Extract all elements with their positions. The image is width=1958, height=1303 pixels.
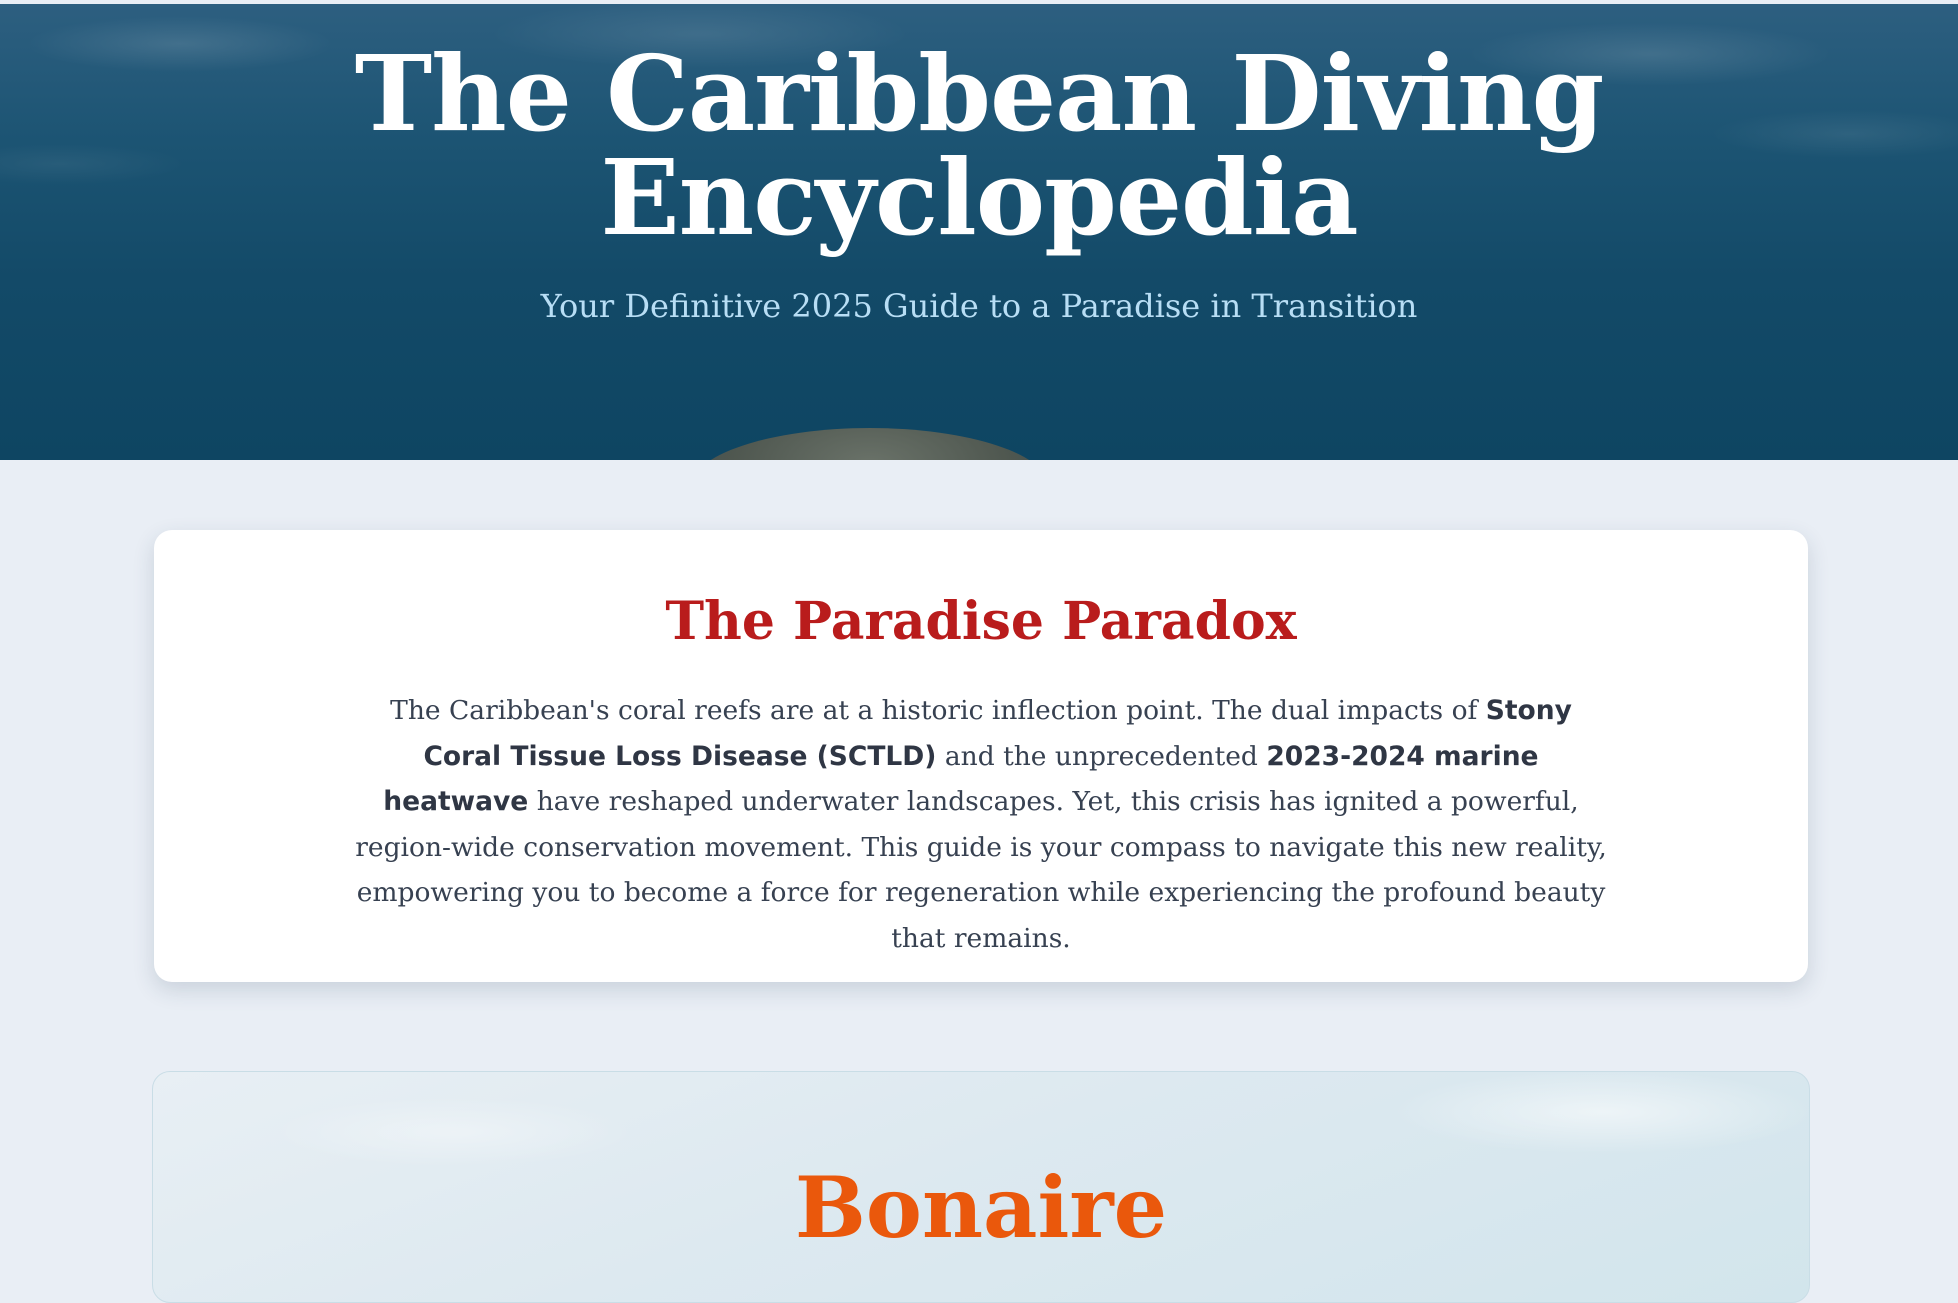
page-subtitle: Your Definitive 2025 Guide to a Paradise… xyxy=(540,287,1418,325)
hero-banner: The Caribbean Diving Encyclopedia Your D… xyxy=(0,4,1958,460)
intro-text-2: and the unprecedented xyxy=(936,740,1267,772)
hero-turtle-image xyxy=(690,428,1050,460)
intro-card: The Paradise Paradox The Caribbean's cor… xyxy=(154,530,1808,982)
region-title: Bonaire xyxy=(794,1158,1168,1257)
intro-text-1: The Caribbean's coral reefs are at a his… xyxy=(390,695,1486,726)
page-title: The Caribbean Diving Encyclopedia xyxy=(0,42,1958,250)
region-card-bonaire: Bonaire xyxy=(152,1071,1810,1303)
intro-title: The Paradise Paradox xyxy=(665,591,1297,652)
intro-body: The Caribbean's coral reefs are at a his… xyxy=(354,688,1608,961)
intro-text-3: have reshaped underwater landscapes. Yet… xyxy=(355,786,1607,954)
page-title-line-2: Encyclopedia xyxy=(600,136,1358,259)
